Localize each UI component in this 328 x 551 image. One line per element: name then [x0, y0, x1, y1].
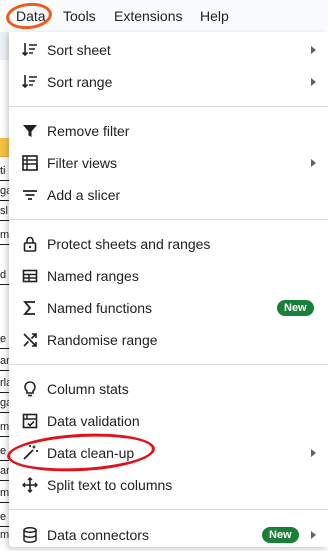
menu-item-label: Column stats [47, 381, 129, 397]
menu-item-remove-filter[interactable]: Remove filter [9, 115, 328, 147]
menu-item-randomise-range[interactable]: Randomise range [9, 324, 328, 356]
sigma-icon [21, 299, 39, 317]
checklist-icon [21, 412, 39, 430]
menu-item-label: Add a slicer [47, 187, 121, 203]
new-badge: New [277, 300, 314, 316]
menu-item-label: Sort range [47, 74, 113, 90]
slicer-icon [21, 186, 39, 204]
menu-item-label: Data connectors [47, 527, 149, 543]
menu-help[interactable]: Help [198, 6, 231, 26]
menu-item-protect-sheets[interactable]: Protect sheets and ranges [9, 228, 328, 260]
menu-item-label: Split text to columns [47, 477, 173, 493]
menu-item-column-stats[interactable]: Column stats [9, 373, 328, 405]
sort-icon [21, 73, 39, 91]
database-icon [21, 526, 39, 544]
submenu-arrow-icon [311, 531, 316, 539]
menu-item-named-ranges[interactable]: Named ranges [9, 260, 328, 292]
submenu-arrow-icon [311, 78, 316, 86]
split-columns-icon [21, 476, 39, 494]
menu-item-sort-sheet[interactable]: Sort sheet [9, 34, 328, 66]
shuffle-icon [21, 331, 39, 349]
lightbulb-icon [21, 380, 39, 398]
menu-item-sort-range[interactable]: Sort range [9, 66, 328, 98]
menu-item-named-functions[interactable]: Named functions New [9, 292, 328, 324]
menu-item-split-text[interactable]: Split text to columns [9, 469, 328, 501]
new-badge: New [262, 527, 299, 543]
menu-item-label: Data validation [47, 413, 140, 429]
submenu-arrow-icon [311, 46, 316, 54]
menu-divider [9, 219, 328, 220]
menu-item-label: Filter views [47, 155, 118, 171]
menu-item-label: Randomise range [47, 332, 158, 348]
table-icon [21, 267, 39, 285]
menu-item-label: Sort sheet [47, 42, 111, 58]
menu-item-data-connectors[interactable]: Data connectors New [9, 519, 328, 551]
menu-divider [9, 509, 328, 510]
sort-icon [21, 41, 39, 59]
menu-item-label: Protect sheets and ranges [47, 236, 211, 252]
menu-item-label: Remove filter [47, 123, 130, 139]
menu-item-data-validation[interactable]: Data validation [9, 405, 328, 437]
filter-views-icon [21, 154, 39, 172]
menu-divider [9, 106, 328, 107]
menu-tools[interactable]: Tools [61, 6, 98, 26]
menu-extensions[interactable]: Extensions [112, 6, 184, 26]
lock-icon [21, 235, 39, 253]
menu-item-filter-views[interactable]: Filter views [9, 147, 328, 179]
menu-item-label: Named ranges [47, 268, 139, 284]
menu-divider [9, 364, 328, 365]
menu-item-label: Named functions [47, 300, 153, 316]
filter-icon [21, 122, 39, 140]
menu-item-add-slicer[interactable]: Add a slicer [9, 179, 328, 211]
submenu-arrow-icon [311, 159, 316, 167]
submenu-arrow-icon [311, 449, 316, 457]
